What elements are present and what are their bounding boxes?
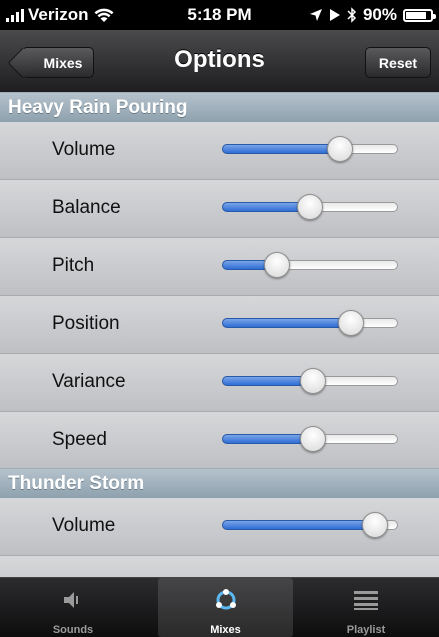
status-bar: Verizon 5:18 PM 90% [0, 0, 439, 30]
slider-thumb[interactable] [327, 136, 353, 162]
slider-thumb[interactable] [361, 512, 388, 538]
position-slider[interactable] [222, 310, 398, 336]
location-arrow-icon [309, 9, 322, 21]
battery-percent: 90% [362, 5, 397, 24]
slider-fill [222, 144, 340, 154]
slider-thumb[interactable] [337, 310, 364, 336]
tab-label: Sounds [52, 624, 94, 636]
setting-row: Volume [0, 498, 439, 556]
setting-row: Balance [0, 180, 439, 238]
tab-playlist[interactable]: Playlist [293, 578, 439, 637]
setting-row: Pitch [0, 238, 439, 296]
setting-label: Variance [52, 371, 126, 392]
pitch-slider[interactable] [222, 252, 398, 278]
setting-label: Position [52, 313, 120, 334]
slider-fill [222, 318, 351, 328]
speed-slider[interactable] [222, 426, 398, 452]
slider-thumb[interactable] [300, 426, 326, 452]
tab-label: Playlist [346, 624, 386, 636]
battery-icon [403, 8, 436, 22]
slider-thumb[interactable] [300, 368, 326, 394]
tab-mixes[interactable]: Mixes [158, 578, 293, 637]
setting-label: Volume [52, 515, 116, 536]
tab-label: Mixes [210, 624, 241, 636]
section-header-heavy-rain: Heavy Rain Pouring [0, 92, 439, 122]
slider-thumb[interactable] [264, 252, 290, 278]
setting-label: Pitch [52, 255, 95, 276]
setting-label: Volume [52, 139, 116, 160]
slider-thumb[interactable] [297, 194, 323, 220]
setting-row: Volume [0, 122, 439, 180]
setting-row: Position [0, 296, 439, 354]
volume-slider[interactable] [222, 136, 398, 162]
status-icons: 90% [309, 5, 436, 25]
setting-label: Balance [52, 197, 121, 218]
speaker-icon [0, 588, 146, 612]
balance-slider[interactable] [222, 194, 398, 220]
setting-label: Speed [52, 429, 107, 450]
variance-slider[interactable] [222, 368, 398, 394]
navigation-bar: Mixes Options Reset [0, 30, 439, 93]
setting-row: Variance [0, 354, 439, 412]
section-header-thunder-storm: Thunder Storm [0, 468, 439, 498]
list-icon [293, 588, 439, 612]
tab-sounds[interactable]: Sounds [0, 578, 146, 637]
mixes-icon [158, 588, 293, 612]
volume-slider[interactable] [222, 512, 398, 538]
slider-fill [222, 520, 375, 530]
bluetooth-icon [347, 7, 357, 23]
setting-row: Speed [0, 412, 439, 470]
reset-button[interactable]: Reset [365, 47, 431, 78]
tab-bar: Sounds Mixes Playlist [0, 577, 439, 637]
play-icon [329, 9, 340, 21]
